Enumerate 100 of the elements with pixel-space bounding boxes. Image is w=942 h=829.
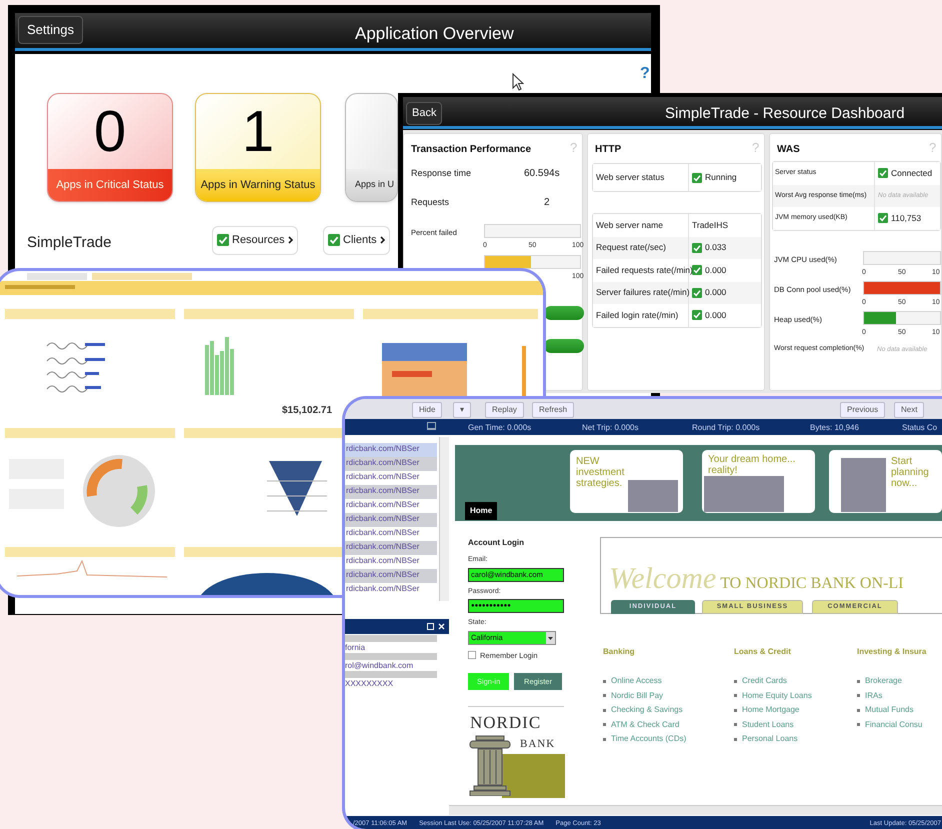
home-tab[interactable]: Home [465, 502, 498, 520]
logo-square [502, 754, 565, 798]
status-label: Apps in Critical Status [56, 178, 164, 193]
nav-link[interactable]: Student Loans [742, 718, 794, 731]
logo-text: NORDIC [470, 712, 542, 734]
metric-value: 60.594s [524, 167, 560, 181]
toolbar-button[interactable]: Hide [412, 402, 442, 418]
toolbar-button[interactable]: Previous [840, 402, 886, 418]
scrollbar[interactable] [439, 437, 449, 601]
cursor-icon [512, 73, 524, 91]
toolbar-button[interactable]: Refresh [532, 402, 574, 418]
chevron-icon [288, 236, 293, 244]
stat-text: Net Trip: 0.000s [582, 422, 638, 434]
toolbar-button[interactable]: Next [894, 402, 924, 418]
panel-title: WAS [777, 143, 800, 157]
bullet-icon [857, 694, 860, 698]
bullet-icon [734, 738, 737, 741]
table-cell: TradeIHS [692, 218, 728, 232]
nav-link[interactable]: Mutual Funds [865, 704, 914, 716]
bullet-icon [603, 723, 606, 726]
panel-title: Transaction Performance [411, 143, 532, 157]
nav-link[interactable]: Financial Consu [865, 718, 922, 731]
scrollbar[interactable] [449, 805, 942, 815]
tab[interactable] [92, 273, 192, 280]
form-value: fornia [345, 642, 366, 653]
metric-label: Requests [411, 196, 450, 209]
table-cell: 0.000 [705, 308, 726, 322]
url-list-item[interactable]: rdicbank.com/NBSer [345, 513, 437, 527]
table-cell: 0.033 [705, 241, 726, 254]
bullet-icon [734, 694, 737, 698]
sparkline-drawing [46, 342, 105, 392]
url-list-item[interactable]: rdicbank.com/NBSer [345, 541, 437, 555]
table-cell: 0.000 [705, 286, 726, 300]
app-name: SimpleTrade [27, 233, 112, 253]
window-title: SimpleTrade - Resource Dashboard [665, 104, 905, 124]
link-button[interactable]: Clients [323, 226, 390, 254]
status-count: 0 [94, 102, 126, 160]
panel-title: HTTP [595, 143, 622, 157]
column-heading: Loans & Credit [734, 646, 792, 658]
welcome-text: TO NORDIC BANK ON-LI [720, 574, 904, 594]
status-card[interactable]: Apps in U [345, 93, 398, 202]
bullet-icon [857, 723, 860, 726]
ad-headline: Start planning now... [891, 456, 930, 489]
status-card[interactable]: 0 Apps in Critical Status [47, 93, 173, 202]
nav-link[interactable]: IRAs [865, 690, 882, 702]
monitor-icon [427, 422, 436, 430]
status-label: Apps in Warning Status [200, 178, 316, 193]
metric-label: Response time [411, 167, 472, 180]
bullet-icon [734, 723, 737, 726]
form-value: rol@windbank.com [345, 660, 414, 671]
table-cell: 0.000 [705, 264, 726, 277]
settings-button[interactable]: Settings [18, 16, 83, 44]
url-list-item[interactable]: rdicbank.com/NBSer [345, 485, 437, 499]
status-count: 1 [242, 102, 274, 160]
url-list-item[interactable]: rdicbank.com/NBSer [345, 569, 437, 583]
nav-link[interactable]: Home Equity Loans [742, 690, 812, 702]
nav-link[interactable]: Brokerage [865, 675, 902, 688]
stat-text: Status Co [902, 422, 938, 434]
metric-value: 2 [544, 196, 550, 210]
minimize-icon[interactable] [427, 623, 434, 630]
nav-link[interactable]: ATM & Check Card [611, 718, 680, 731]
table-cell: Failed login rate(/min) [593, 304, 689, 326]
bullet-icon [857, 708, 860, 712]
window-title: Application Overview [355, 23, 514, 45]
link-button[interactable]: Resources [212, 226, 298, 254]
ad-card[interactable]: Your dream home... reality! [702, 450, 815, 513]
table-cell: Web server status [593, 164, 689, 191]
close-icon[interactable] [438, 623, 445, 630]
column-heading: Banking [603, 646, 636, 658]
status-card[interactable]: 1 Apps in Warning Status [195, 93, 321, 202]
bullet-icon [734, 708, 737, 712]
nav-link[interactable]: Home Mortgage [742, 704, 800, 716]
help-icon[interactable]: ? [640, 62, 650, 86]
table-cell: Running [705, 171, 737, 184]
bullet-icon [603, 680, 606, 683]
toolbar-button[interactable]: Replay [485, 402, 524, 418]
nav-link[interactable]: Time Accounts (CDs) [611, 733, 686, 746]
welcome-script: Welcome [609, 561, 716, 597]
url-list-item[interactable]: rdicbank.com/NBSer [345, 457, 437, 471]
back-button[interactable]: Back [406, 102, 442, 124]
toolbar-button[interactable]: ▾ [453, 402, 471, 418]
tab[interactable] [27, 273, 87, 280]
nav-link[interactable]: Nordic Bill Pay [611, 690, 664, 702]
url-list-item[interactable]: rdicbank.com/NBSer [345, 443, 437, 457]
ad-headline: NEW investment strategies. [576, 456, 626, 489]
ad-card[interactable]: NEW investment strategies. [570, 450, 683, 513]
stat-text: Gen Time: 0.000s [468, 422, 532, 434]
column-icon [468, 734, 512, 796]
bullet-icon [734, 680, 737, 683]
ad-card[interactable]: Start planning now... [829, 450, 942, 513]
table-cell: Connected [891, 166, 932, 180]
bullet-icon [603, 694, 606, 698]
photo-placeholder [628, 480, 678, 512]
nav-link[interactable]: Personal Loans [742, 733, 798, 746]
nav-link[interactable]: Checking & Savings [611, 704, 683, 716]
photo-placeholder [841, 458, 886, 512]
login-title: Account Login [468, 537, 525, 549]
nav-link[interactable]: Online Access [611, 675, 662, 688]
nav-link[interactable]: Credit Cards [742, 675, 787, 688]
ad-headline: Your dream home... reality! [708, 454, 796, 476]
